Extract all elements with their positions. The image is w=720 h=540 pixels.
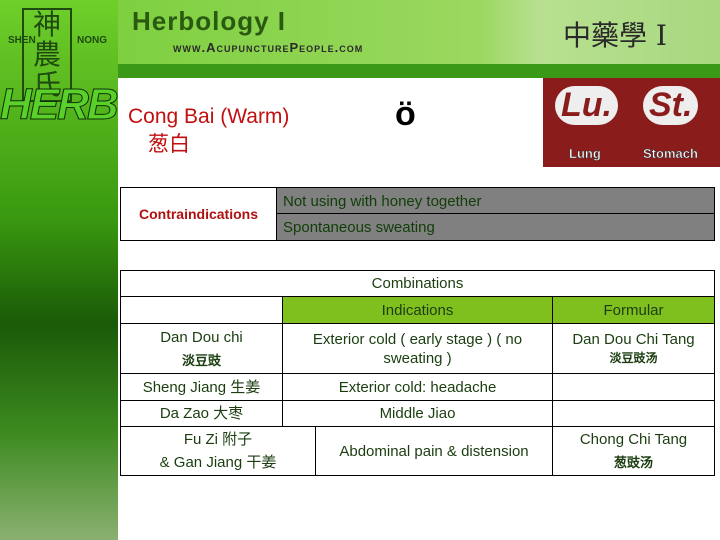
table-row-formula: Chong Chi Tang 葱豉汤 [552, 426, 715, 476]
header-indications: Indications [282, 296, 553, 324]
table-row-formula [552, 400, 715, 427]
website-url: www.AcupuncturePeople.com [173, 40, 364, 55]
meridian-image: Lu. St. Lung Stomach [543, 78, 720, 167]
table-row-formula: Dan Dou Chi Tang 淡豆豉汤 [552, 323, 715, 374]
herb-name: Fu Zi 附子 [183, 431, 253, 448]
herb-chinese: 淡豆豉 [181, 352, 221, 368]
herb-chinese-name: 葱白 [148, 133, 190, 156]
herb-logo-text: HERB [0, 80, 119, 130]
herb-title: Cong Bai (Warm) 葱白 [128, 103, 289, 159]
header-banner: Herbology I www.AcupuncturePeople.com 中藥… [118, 0, 720, 64]
sidebar-logo: 神農氏 SHEN NONG HERB [0, 0, 119, 540]
table-row-herb: Sheng Jiang 生姜 [120, 373, 283, 401]
table-row-indication: Abdominal pain & distension [315, 426, 553, 476]
table-row-formula [552, 373, 715, 401]
table-row-indication: Exterior cold ( early stage ) ( no sweat… [282, 323, 553, 374]
header-divider [118, 64, 720, 78]
stomach-meridian-mark: St. [643, 86, 699, 125]
formula-chinese: 葱豉汤 [613, 455, 653, 470]
contraindication-item: Not using with honey together [276, 187, 715, 215]
formula-chinese: 淡豆豉汤 [609, 350, 658, 365]
formula-name: Dan Dou Chi Tang [572, 330, 695, 348]
table-row-herb: Dan Dou chi 淡豆豉 [120, 323, 283, 374]
surprised-face-icon: ö [395, 95, 416, 133]
stomach-label: Stomach [643, 146, 698, 162]
herb-name: Dan Dou chi [160, 328, 243, 346]
contraindication-item: Spontaneous sweating [276, 213, 715, 241]
lung-label: Lung [569, 146, 601, 162]
herb-name-2: & Gan Jiang 干姜 [159, 454, 277, 471]
lung-meridian-mark: Lu. [555, 86, 618, 125]
header-empty [120, 296, 283, 324]
table-row-herb: Fu Zi 附子 & Gan Jiang 干姜 [120, 426, 316, 476]
herb-name: Cong Bai (Warm) [128, 105, 290, 128]
nong-text: NONG [77, 35, 107, 46]
table-row-indication: Exterior cold: headache [282, 373, 553, 401]
shen-text: SHEN [8, 35, 36, 46]
header-formular: Formular [552, 296, 715, 324]
table-row-indication: Middle Jiao [282, 400, 553, 427]
contraindications-label: Contraindications [120, 187, 277, 241]
chinese-title: 中藥學 I [563, 19, 667, 52]
table-row-herb: Da Zao 大枣 [120, 400, 283, 427]
course-title: Herbology I [132, 6, 287, 36]
formula-name: Chong Chi Tang [579, 431, 688, 448]
combinations-title: Combinations [120, 270, 715, 297]
